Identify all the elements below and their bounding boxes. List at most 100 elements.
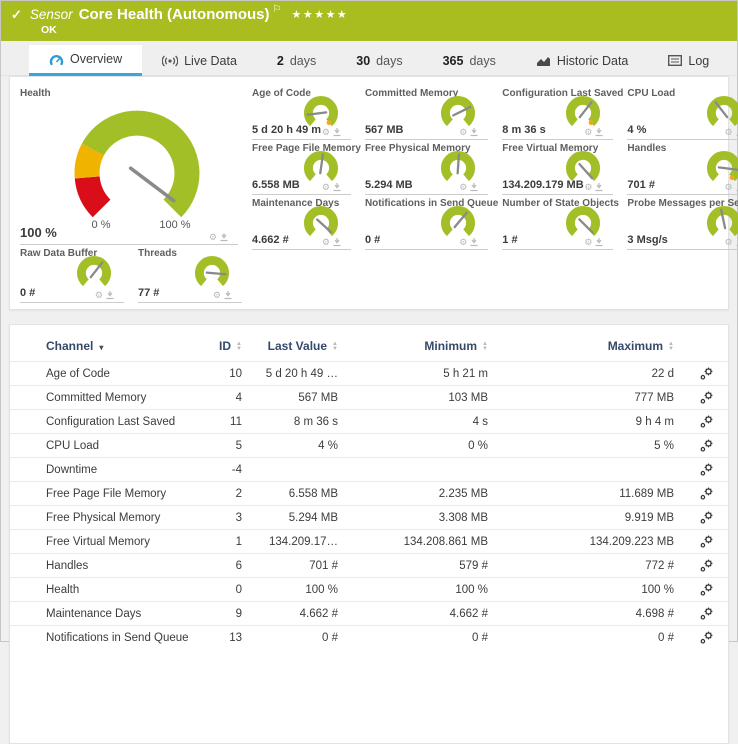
gear-icon[interactable]: ⚙ <box>459 238 467 247</box>
channel-name[interactable]: Health <box>10 584 210 596</box>
gear-icon[interactable]: ⚙ <box>584 238 592 247</box>
table-row[interactable]: Configuration Last Saved 11 8 m 36 s 4 s… <box>10 409 728 433</box>
gauge-card[interactable]: Free Virtual Memory 134.209.179 MB ⚙ <box>502 140 613 195</box>
channel-name[interactable]: Committed Memory <box>10 392 210 404</box>
edit-channel-icon[interactable] <box>700 487 713 500</box>
gauge-card[interactable]: Configuration Last Saved 8 m 36 s ⚙ <box>502 85 613 140</box>
flag-icon[interactable]: ⚐ <box>273 4 282 15</box>
channel-maximum: 777 MB <box>498 392 684 404</box>
channel-name[interactable]: Handles <box>10 560 210 572</box>
tab-365-days[interactable]: 365 days <box>423 45 516 76</box>
table-row[interactable]: Handles 6 701 # 579 # 772 # <box>10 553 728 577</box>
gauge-card[interactable]: Free Physical Memory 5.294 MB ⚙ <box>365 140 488 195</box>
channel-last-value: 5 d 20 h 49 … <box>252 368 348 380</box>
edit-channel-icon[interactable] <box>700 367 713 380</box>
priority-stars[interactable]: ★★★★★ <box>291 8 348 21</box>
gear-icon[interactable]: ⚙ <box>459 183 467 192</box>
gear-icon[interactable]: ⚙ <box>459 128 467 137</box>
gauge-value: 701 # <box>627 179 655 191</box>
pin-icon[interactable] <box>595 183 603 192</box>
gauge-card[interactable]: Committed Memory 567 MB ⚙ <box>365 85 488 140</box>
edit-channel-icon[interactable] <box>700 463 713 476</box>
channel-name[interactable]: Free Page File Memory <box>10 488 210 500</box>
tab-2-days[interactable]: 2 days <box>257 45 336 76</box>
pin-icon[interactable] <box>595 238 603 247</box>
edit-channel-icon[interactable] <box>700 583 713 596</box>
column-header-last-value[interactable]: Last Value▲▼ <box>252 339 348 353</box>
column-header-channel[interactable]: Channel▾ <box>10 339 210 353</box>
table-row[interactable]: Free Physical Memory 3 5.294 MB 3.308 MB… <box>10 505 728 529</box>
column-header-maximum[interactable]: Maximum▲▼ <box>498 339 684 353</box>
table-row[interactable]: Health 0 100 % 100 % 100 % <box>10 577 728 601</box>
tab-30-days[interactable]: 30 days <box>336 45 422 76</box>
table-row[interactable]: Free Virtual Memory 1 134.209.17… 134.20… <box>10 529 728 553</box>
table-row[interactable]: Downtime -4 <box>10 457 728 481</box>
table-row[interactable]: Maintenance Days 9 4.662 # 4.662 # 4.698… <box>10 601 728 625</box>
gear-icon[interactable]: ⚙ <box>322 238 330 247</box>
gauge-card[interactable]: Age of Code 5 d 20 h 49 m ⚙ <box>252 85 351 140</box>
pin-icon[interactable] <box>470 238 478 247</box>
pin-icon[interactable] <box>595 128 603 137</box>
edit-channel-icon[interactable] <box>700 439 713 452</box>
table-row[interactable]: Notifications in Send Queue 13 0 # 0 # 0… <box>10 625 728 649</box>
gauge-card-health[interactable]: Health 0 % 100 % 100 % ⚙ <box>20 85 238 245</box>
gear-icon[interactable]: ⚙ <box>584 128 592 137</box>
gauge-card[interactable]: Raw Data Buffer 0 # ⚙ <box>20 245 124 303</box>
pin-icon[interactable] <box>106 291 114 300</box>
edit-channel-icon[interactable] <box>700 391 713 404</box>
pin-icon[interactable] <box>470 183 478 192</box>
channel-name[interactable]: Age of Code <box>10 368 210 380</box>
gear-icon[interactable]: ⚙ <box>322 183 330 192</box>
tab-settings[interactable]: ⚙ Settings <box>729 45 738 76</box>
channel-name[interactable]: Downtime <box>10 464 210 476</box>
channel-name[interactable]: Free Virtual Memory <box>10 536 210 548</box>
pin-icon[interactable] <box>224 291 232 300</box>
channel-name[interactable]: Maintenance Days <box>10 608 210 620</box>
gear-icon[interactable]: ⚙ <box>95 291 103 300</box>
channel-name[interactable]: Configuration Last Saved <box>10 416 210 428</box>
pin-icon[interactable] <box>333 238 341 247</box>
column-header-id[interactable]: ID▲▼ <box>210 339 252 353</box>
pin-icon[interactable] <box>220 233 228 242</box>
gauge-card[interactable]: Maintenance Days 4.662 # ⚙ <box>252 195 351 250</box>
gear-icon[interactable]: ⚙ <box>725 128 733 137</box>
edit-channel-icon[interactable] <box>700 511 713 524</box>
gear-icon[interactable]: ⚙ <box>209 233 217 242</box>
gear-icon[interactable]: ⚙ <box>725 238 733 247</box>
tab-overview[interactable]: Overview <box>29 45 142 76</box>
gauge-card[interactable]: Probe Messages per Second 3 Msg/s ⚙ <box>627 195 738 250</box>
channel-id: 10 <box>210 368 252 380</box>
gear-icon[interactable]: ⚙ <box>584 183 592 192</box>
edit-channel-icon[interactable] <box>700 559 713 572</box>
tab-log[interactable]: Log <box>648 45 729 76</box>
gauge-value: 5 d 20 h 49 m <box>252 124 321 136</box>
edit-channel-icon[interactable] <box>700 535 713 548</box>
table-row[interactable]: Age of Code 10 5 d 20 h 49 … 5 h 21 m 22… <box>10 361 728 385</box>
gauge-card[interactable]: Number of State Objects 1 # ⚙ <box>502 195 613 250</box>
gauge-card[interactable]: Notifications in Send Queue 0 # ⚙ <box>365 195 488 250</box>
tab-historic-data[interactable]: Historic Data <box>516 45 649 76</box>
gauge-value: 100 % <box>20 225 57 240</box>
sort-icon: ▲▼ <box>332 342 338 352</box>
edit-channel-icon[interactable] <box>700 415 713 428</box>
column-header-minimum[interactable]: Minimum▲▼ <box>348 339 498 353</box>
gauge-card[interactable]: Handles 701 # ⚙ <box>627 140 738 195</box>
pin-icon[interactable] <box>333 183 341 192</box>
gear-icon[interactable]: ⚙ <box>322 128 330 137</box>
table-row[interactable]: Free Page File Memory 2 6.558 MB 2.235 M… <box>10 481 728 505</box>
edit-channel-icon[interactable] <box>700 631 713 644</box>
tab-live-data[interactable]: Live Data <box>142 45 257 76</box>
gear-icon[interactable]: ⚙ <box>213 291 221 300</box>
table-row[interactable]: Committed Memory 4 567 MB 103 MB 777 MB <box>10 385 728 409</box>
gauge-card[interactable]: Free Page File Memory 6.558 MB ⚙ <box>252 140 351 195</box>
gear-icon[interactable]: ⚙ <box>725 183 733 192</box>
channel-name[interactable]: Free Physical Memory <box>10 512 210 524</box>
pin-icon[interactable] <box>470 128 478 137</box>
channel-name[interactable]: CPU Load <box>10 440 210 452</box>
channel-id: 1 <box>210 536 252 548</box>
table-row[interactable]: CPU Load 5 4 % 0 % 5 % <box>10 433 728 457</box>
edit-channel-icon[interactable] <box>700 607 713 620</box>
gauge-card[interactable]: CPU Load 4 % ⚙ <box>627 85 738 140</box>
pin-icon[interactable] <box>333 128 341 137</box>
gauge-card[interactable]: Threads 77 # ⚙ <box>138 245 242 303</box>
